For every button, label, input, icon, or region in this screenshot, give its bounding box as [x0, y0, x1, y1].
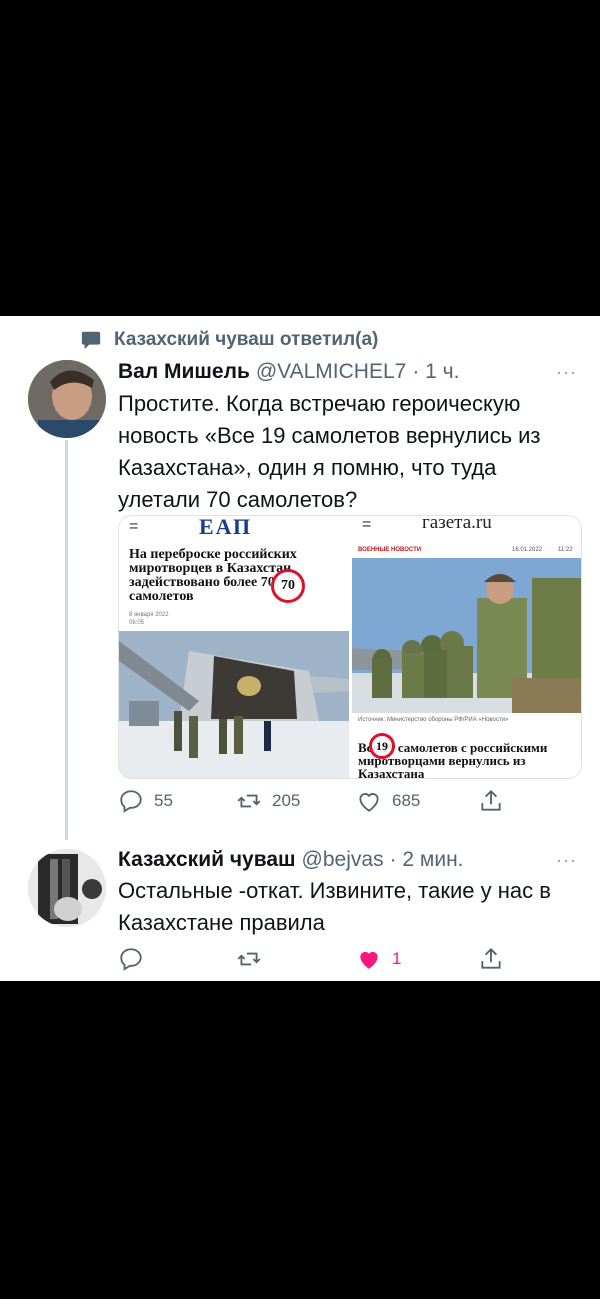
tweet-header: Казахский чуваш @bejvas · 2 мин. — [118, 848, 464, 872]
reply-count: 55 — [154, 791, 173, 810]
thread-line — [65, 440, 68, 840]
avatar[interactable] — [28, 849, 106, 927]
right-section: ВОЕННЫЕ НОВОСТИ — [358, 547, 422, 553]
retweet-icon — [237, 952, 261, 966]
reply-button[interactable]: 55 — [118, 788, 173, 814]
heart-filled-icon — [360, 951, 378, 969]
right-date: 16.01.2022 — [512, 547, 543, 553]
tweet-text: Простите. Когда встречаю героическую нов… — [118, 391, 541, 512]
reply-icon — [120, 790, 142, 813]
left-article-image: = ЕАП На переброске российских миротворц… — [119, 516, 349, 778]
retweet-icon — [237, 794, 261, 808]
tweet-media[interactable]: = ЕАП На переброске российских миротворц… — [118, 515, 582, 779]
like-count: 1 — [392, 949, 402, 968]
heart-icon — [359, 793, 379, 812]
right-article-image: = газета.ru ВОЕННЫЕ НОВОСТИ 16.01.2022 1… — [352, 516, 581, 778]
highlight-number: 19 — [376, 739, 388, 753]
tweet-actions: 1 — [118, 944, 578, 974]
highlight-number: 70 — [281, 578, 295, 593]
share-button[interactable] — [478, 946, 504, 972]
right-masthead: газета.ru — [422, 515, 492, 533]
speech-bubble-icon — [81, 331, 101, 350]
retweet-button[interactable]: 205 — [236, 788, 300, 814]
like-button[interactable]: 685 — [356, 788, 420, 814]
more-options-icon[interactable]: ··· — [556, 850, 577, 871]
menu-icon: = — [129, 518, 139, 535]
display-name[interactable]: Казахский чуваш — [118, 848, 296, 872]
retweet-button[interactable] — [236, 946, 262, 972]
left-date: 8 января 2022 — [129, 612, 169, 618]
reply-context-text: Казахский чуваш ответил(а) — [114, 329, 379, 350]
like-button[interactable]: 1 — [356, 946, 401, 972]
left-time: 06:05 — [129, 620, 145, 626]
timestamp[interactable]: · 1 ч. — [412, 360, 459, 384]
user-photo — [28, 360, 106, 438]
retweet-count: 205 — [272, 791, 301, 810]
display-name[interactable]: Вал Мишель — [118, 360, 250, 384]
reply-icon — [120, 948, 142, 971]
right-time: 11:22 — [558, 547, 573, 553]
tweet-text: Остальные -откат. Извините, такие у нас … — [118, 878, 551, 935]
left-headline: На переброске российских миротворцев в К… — [129, 547, 297, 604]
left-masthead: ЕАП — [199, 515, 253, 539]
photo-caption: Источник: Министерство обороны РФ/РИА «Н… — [358, 717, 509, 723]
share-icon — [481, 789, 501, 811]
share-icon — [481, 947, 501, 969]
like-count: 685 — [392, 791, 421, 810]
reply-context: Казахский чуваш ответил(а) — [80, 326, 378, 354]
menu-icon: = — [362, 516, 372, 533]
timestamp[interactable]: · 2 мин. — [390, 848, 464, 872]
aircraft-photo — [119, 631, 349, 778]
share-button[interactable] — [478, 788, 504, 814]
tweet-actions: 55 205 685 — [118, 786, 578, 816]
highlight-circle: 19 — [369, 733, 395, 759]
user-handle[interactable]: @VALMICHEL7 — [256, 360, 406, 384]
highlight-circle: 70 — [271, 569, 305, 603]
reply-button[interactable] — [118, 946, 144, 972]
tweet-header: Вал Мишель @VALMICHEL7 · 1 ч. — [118, 360, 459, 384]
user-handle[interactable]: @bejvas — [302, 848, 384, 872]
soldiers-photo — [352, 558, 581, 713]
more-options-icon[interactable]: ··· — [556, 362, 577, 383]
user-photo — [28, 849, 106, 927]
avatar[interactable] — [28, 360, 106, 438]
